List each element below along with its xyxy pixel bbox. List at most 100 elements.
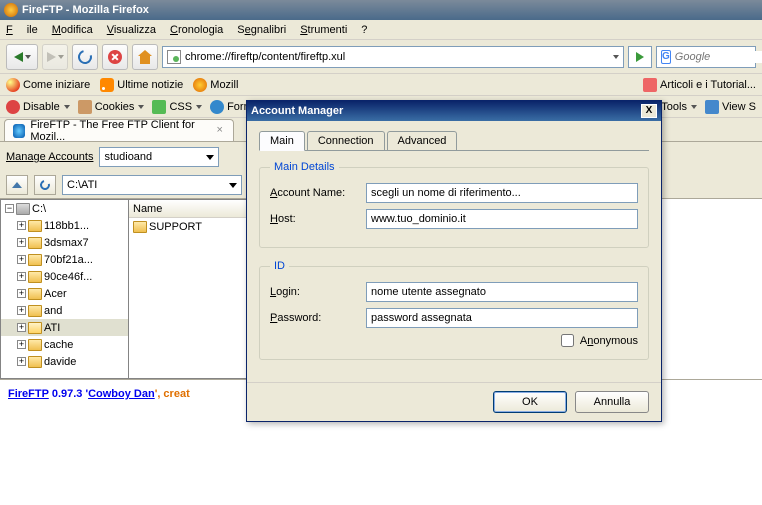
dev-cookies[interactable]: Cookies bbox=[78, 100, 145, 114]
host-label: Host: bbox=[270, 213, 358, 225]
password-label: Password: bbox=[270, 312, 358, 324]
expand-icon[interactable]: + bbox=[17, 357, 26, 366]
collapse-icon[interactable]: − bbox=[5, 204, 14, 213]
login-field[interactable] bbox=[366, 282, 638, 302]
menu-view[interactable]: Visualizza bbox=[107, 24, 156, 36]
google-icon[interactable]: G bbox=[661, 50, 671, 64]
tab-connection[interactable]: Connection bbox=[307, 131, 385, 150]
anonymous-label[interactable]: Anonymous bbox=[580, 335, 638, 347]
arrow-left-icon bbox=[14, 52, 23, 62]
bookmark-come-iniziare[interactable]: Come iniziare bbox=[6, 78, 90, 92]
tree-node[interactable]: +118bb1... bbox=[1, 217, 128, 234]
back-button[interactable] bbox=[6, 44, 38, 70]
chevron-down-icon bbox=[25, 55, 31, 59]
dialog-tabs: Main Connection Advanced bbox=[259, 131, 649, 151]
folder-icon bbox=[28, 220, 42, 232]
account-manager-dialog: Account Manager X Main Connection Advanc… bbox=[246, 100, 662, 422]
go-button[interactable] bbox=[628, 46, 652, 68]
tree-node[interactable]: +90ce46f... bbox=[1, 268, 128, 285]
local-refresh-button[interactable] bbox=[34, 175, 56, 195]
account-combo[interactable]: studioand bbox=[99, 147, 219, 167]
stop-button[interactable] bbox=[102, 44, 128, 70]
tab-fireftp[interactable]: FireFTP - The Free FTP Client for Mozil.… bbox=[4, 119, 234, 141]
url-input[interactable] bbox=[185, 51, 607, 63]
chevron-down-icon[interactable] bbox=[613, 55, 619, 59]
reload-icon bbox=[75, 47, 94, 66]
anonymous-checkbox[interactable] bbox=[561, 334, 574, 347]
password-field[interactable] bbox=[366, 308, 638, 328]
account-name-field[interactable] bbox=[366, 183, 638, 203]
version-name[interactable]: Cowboy Dan bbox=[88, 388, 155, 400]
expand-icon[interactable]: + bbox=[17, 306, 26, 315]
dialog-buttons: OK Annulla bbox=[247, 382, 661, 421]
host-field[interactable] bbox=[366, 209, 638, 229]
tree-node[interactable]: +70bf21a... bbox=[1, 251, 128, 268]
bookmark-icon bbox=[643, 78, 657, 92]
menu-tools[interactable]: Strumenti bbox=[300, 24, 347, 36]
menu-edit[interactable]: Modifica bbox=[52, 24, 93, 36]
menu-bookmarks[interactable]: Segnalibri bbox=[237, 24, 286, 36]
bookmark-icon bbox=[6, 78, 20, 92]
reload-button[interactable] bbox=[72, 44, 98, 70]
menu-history[interactable]: Cronologia bbox=[170, 24, 223, 36]
account-name-label: Account Name: bbox=[270, 187, 358, 199]
dialog-titlebar[interactable]: Account Manager X bbox=[247, 101, 661, 121]
fireftp-link[interactable]: FireFTP bbox=[8, 388, 49, 400]
url-bar[interactable] bbox=[162, 46, 624, 68]
bookmark-articoli[interactable]: Articoli e i Tutorial... bbox=[643, 78, 756, 92]
forward-button[interactable] bbox=[42, 44, 68, 70]
menu-file[interactable]: File bbox=[6, 24, 38, 36]
arrow-right-icon bbox=[47, 52, 56, 62]
dev-view-source[interactable]: View S bbox=[705, 100, 756, 114]
tree-node[interactable]: +ATI bbox=[1, 319, 128, 336]
firefox-icon bbox=[4, 3, 18, 17]
expand-icon[interactable]: + bbox=[17, 272, 26, 281]
expand-icon[interactable]: + bbox=[17, 323, 26, 332]
search-box[interactable]: G bbox=[656, 46, 756, 68]
rss-icon bbox=[100, 78, 114, 92]
folder-tree[interactable]: −C:\ +118bb1...+3dsmax7+70bf21a...+90ce4… bbox=[0, 199, 128, 379]
dev-disable[interactable]: Disable bbox=[6, 100, 70, 114]
expand-icon[interactable]: + bbox=[17, 238, 26, 247]
expand-icon[interactable]: + bbox=[17, 289, 26, 298]
search-input[interactable] bbox=[675, 51, 762, 63]
tree-node[interactable]: +cache bbox=[1, 336, 128, 353]
menu-help[interactable]: ? bbox=[361, 24, 367, 36]
bookmark-ultime-notizie[interactable]: Ultime notizie bbox=[100, 78, 183, 92]
tree-node[interactable]: +3dsmax7 bbox=[1, 234, 128, 251]
bookmark-mozilla[interactable]: Mozill bbox=[193, 78, 238, 92]
home-button[interactable] bbox=[132, 44, 158, 70]
local-path-field[interactable]: C:\ATI bbox=[62, 175, 242, 195]
expand-icon[interactable]: + bbox=[17, 221, 26, 230]
nav-toolbar: G bbox=[0, 40, 762, 74]
play-icon bbox=[636, 52, 644, 62]
fireftp-icon bbox=[13, 124, 25, 138]
tree-node[interactable]: +Acer bbox=[1, 285, 128, 302]
folder-icon bbox=[28, 237, 42, 249]
manage-accounts-link[interactable]: Manage Accounts bbox=[6, 151, 93, 163]
local-up-button[interactable] bbox=[6, 175, 28, 195]
main-details-group: Main Details Account Name: Host: bbox=[259, 161, 649, 248]
form-icon bbox=[210, 100, 224, 114]
tree-node[interactable]: +davide bbox=[1, 353, 128, 370]
ok-button[interactable]: OK bbox=[493, 391, 567, 413]
login-label: Login: bbox=[270, 286, 358, 298]
folder-icon bbox=[28, 254, 42, 266]
tree-node[interactable]: +and bbox=[1, 302, 128, 319]
tree-root[interactable]: −C:\ bbox=[1, 200, 128, 217]
stop-icon bbox=[108, 50, 122, 64]
menubar: File Modifica Visualizza Cronologia Segn… bbox=[0, 20, 762, 40]
firefox-icon bbox=[193, 78, 207, 92]
close-icon[interactable]: X bbox=[641, 104, 657, 118]
dev-css[interactable]: CSS bbox=[152, 100, 202, 114]
home-icon bbox=[138, 50, 152, 64]
cancel-button[interactable]: Annulla bbox=[575, 391, 649, 413]
close-icon[interactable]: × bbox=[214, 125, 225, 137]
window-title: FireFTP - Mozilla Firefox bbox=[22, 4, 149, 16]
expand-icon[interactable]: + bbox=[17, 340, 26, 349]
tab-advanced[interactable]: Advanced bbox=[387, 131, 458, 150]
expand-icon[interactable]: + bbox=[17, 255, 26, 264]
dialog-title: Account Manager bbox=[251, 105, 343, 117]
tab-main[interactable]: Main bbox=[259, 131, 305, 151]
page-icon bbox=[167, 50, 181, 64]
